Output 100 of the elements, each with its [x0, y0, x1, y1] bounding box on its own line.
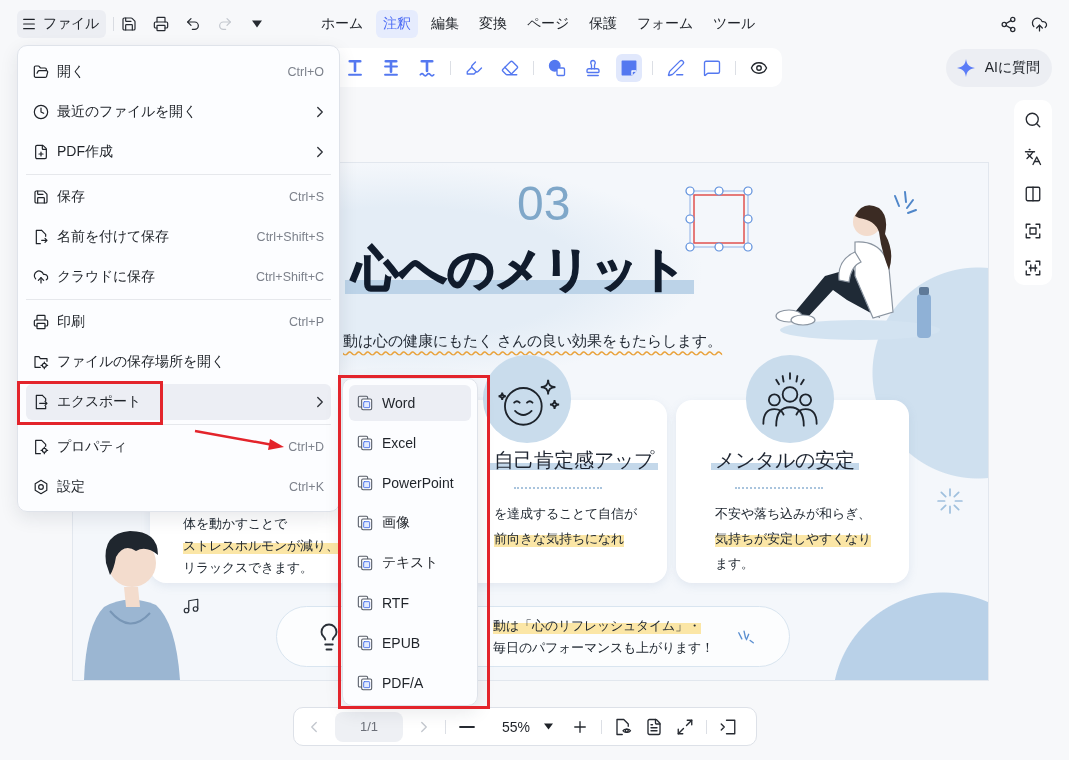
tab[interactable]: 編集	[424, 10, 466, 38]
menu-item[interactable]: ファイルの保存場所を開く	[26, 344, 331, 380]
file-gear-icon	[33, 439, 49, 455]
subtitle-text: 動は心の健康にもたく さんの良い効果をもたらします。	[343, 331, 723, 351]
stacked-pages-icon	[357, 395, 373, 411]
text-scan-icon	[1024, 259, 1042, 277]
section-number: 03	[517, 178, 571, 230]
file-export-icon	[33, 394, 49, 410]
shortcut-text: Ctrl+O	[287, 65, 324, 79]
shortcut-text: Ctrl+Shift+S	[256, 230, 324, 244]
ask-ai-button[interactable]: AIに質問	[945, 48, 1052, 87]
text-underline-icon	[346, 58, 364, 77]
card-heading: 自己肯定感アップ	[490, 447, 658, 473]
shortcut-text: Ctrl+S	[288, 190, 324, 204]
sparkle-burst-icon	[937, 488, 963, 514]
card-text: を達成することて自信が	[494, 505, 637, 523]
menu-item[interactable]: プロパティ Ctrl+D	[26, 429, 331, 465]
save-icon	[121, 16, 137, 32]
menu-item[interactable]: EPUB	[349, 625, 471, 661]
card-text: ます。	[715, 555, 754, 573]
stacked-pages-icon	[357, 635, 373, 651]
menu-item[interactable]: 保存 Ctrl+S	[26, 179, 331, 215]
folder-icon	[33, 64, 49, 80]
clock-icon	[33, 104, 49, 120]
highlighter-icon	[465, 58, 483, 77]
caret-down-icon	[252, 19, 262, 29]
area-select-icon	[620, 58, 638, 77]
search-icon	[1024, 111, 1042, 129]
sparkle-lines-icon	[738, 628, 754, 645]
menu-item[interactable]: 開く Ctrl+O	[26, 54, 331, 90]
menu-item[interactable]: テキスト	[349, 545, 471, 581]
card-text: 体を動かすことで	[183, 515, 287, 533]
tab[interactable]: 変換	[472, 10, 514, 38]
file-plus-icon	[33, 144, 49, 160]
stacked-pages-icon	[357, 475, 373, 491]
cloud-upload-icon	[1030, 15, 1048, 33]
page-number-field[interactable]: 1/1	[335, 711, 403, 742]
shortcut-text: Ctrl+Shift+C	[255, 270, 324, 284]
tab[interactable]: 保護	[582, 10, 624, 38]
settings-icon	[33, 479, 49, 495]
share-icon	[999, 15, 1017, 33]
collapse-panel-icon	[719, 717, 738, 736]
stamp-icon	[584, 58, 602, 77]
sparkle-icon	[956, 58, 975, 77]
menu-item[interactable]: 名前を付けて保存 Ctrl+Shift+S	[26, 219, 331, 255]
menu-item[interactable]: 画像	[349, 505, 471, 541]
fullscreen-icon	[676, 717, 695, 736]
tab[interactable]: 注釈	[376, 10, 418, 38]
menu-item[interactable]: Excel	[349, 425, 471, 461]
caret-down-icon	[544, 722, 554, 731]
menu-item[interactable]: エクスポート	[26, 384, 331, 420]
menu-item[interactable]: Word	[349, 385, 471, 421]
translate-icon	[1024, 148, 1042, 166]
file-eye-icon	[614, 717, 633, 736]
minus-icon	[459, 725, 475, 728]
shortcut-text: Ctrl+D	[288, 440, 324, 454]
menu-item[interactable]: クラウドに保存 Ctrl+Shift+C	[26, 259, 331, 295]
stacked-pages-icon	[357, 555, 373, 571]
tip-text: 毎日のパフォーマンスも上がります！	[493, 638, 714, 657]
shapes-icon	[548, 58, 566, 77]
text-squiggly-icon	[418, 58, 436, 77]
menu-item[interactable]: RTF	[349, 585, 471, 621]
zoom-select[interactable]: 55%	[502, 714, 554, 739]
people-icon	[745, 354, 835, 444]
stacked-pages-icon	[357, 675, 373, 691]
cloud-upload-icon	[33, 269, 49, 285]
stacked-pages-icon	[357, 435, 373, 451]
undo-icon	[185, 16, 201, 32]
card-text: 不安や落ち込みが和らぎ、	[715, 505, 871, 523]
compare-icon	[1024, 185, 1042, 203]
tab[interactable]: ツール	[706, 10, 762, 38]
menu-item[interactable]: 印刷 Ctrl+P	[26, 304, 331, 340]
print-icon	[153, 16, 169, 32]
pen-icon	[667, 58, 685, 77]
menu-item[interactable]: 最近のファイルを開く	[26, 94, 331, 130]
comment-icon	[703, 58, 721, 77]
hamburger-menu-icon	[21, 16, 37, 32]
document-icon	[645, 717, 664, 736]
selected-rectangle[interactable]	[685, 186, 753, 252]
save-icon	[33, 189, 49, 205]
shortcut-text: Ctrl+P	[288, 315, 324, 329]
folder-gear-icon	[33, 354, 49, 370]
menu-item[interactable]: 設定 Ctrl+K	[26, 469, 331, 505]
scan-icon	[1024, 222, 1042, 240]
text-strikethrough-icon	[382, 58, 400, 77]
smiley-icon	[482, 354, 572, 444]
music-note-icon	[182, 597, 200, 615]
print-icon	[33, 314, 49, 330]
menu-item[interactable]: PDF作成	[26, 134, 331, 170]
tab[interactable]: フォーム	[630, 10, 700, 38]
menu-item[interactable]: PowerPoint	[349, 465, 471, 501]
shortcut-text: Ctrl+K	[288, 480, 324, 494]
eraser-icon	[501, 58, 519, 77]
tab[interactable]: ページ	[520, 10, 576, 38]
redo-icon	[217, 16, 233, 32]
file-arrow-icon	[33, 229, 49, 245]
card-text: リラックスできます。	[183, 559, 313, 577]
file-menu-button[interactable]: ファイル	[17, 10, 106, 38]
tab[interactable]: ホーム	[314, 10, 370, 38]
menu-item[interactable]: PDF/A	[349, 665, 471, 701]
